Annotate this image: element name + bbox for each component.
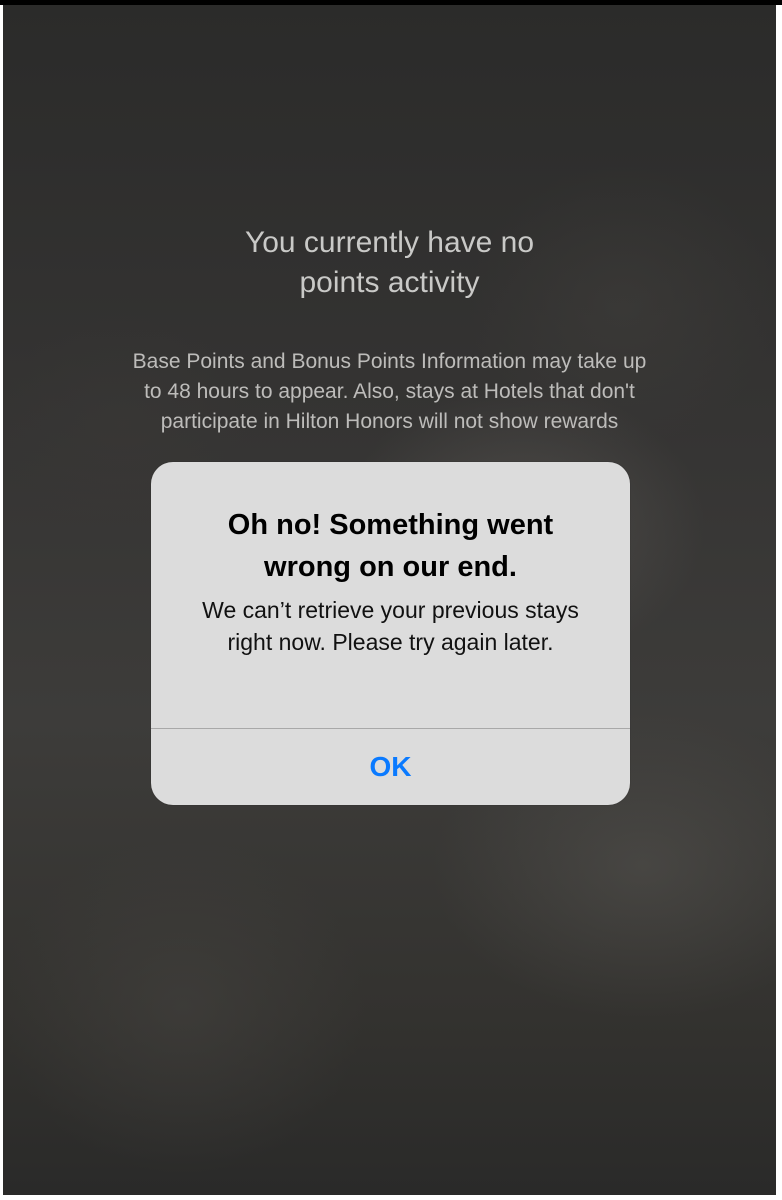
ok-button[interactable]: OK (151, 729, 630, 805)
alert-title: Oh no! Something went wrong on our end. (227, 509, 554, 583)
error-alert-dialog: Oh no! Something went wrong on our end. … (151, 462, 630, 805)
empty-state-heading: You currently have no points activity (244, 226, 535, 299)
empty-state-info: Base Points and Bonus Points Information… (132, 350, 647, 433)
alert-message: We can’t retrieve your previous stays ri… (202, 597, 579, 655)
points-activity-screen: You currently have no points activity Ba… (3, 5, 776, 1195)
